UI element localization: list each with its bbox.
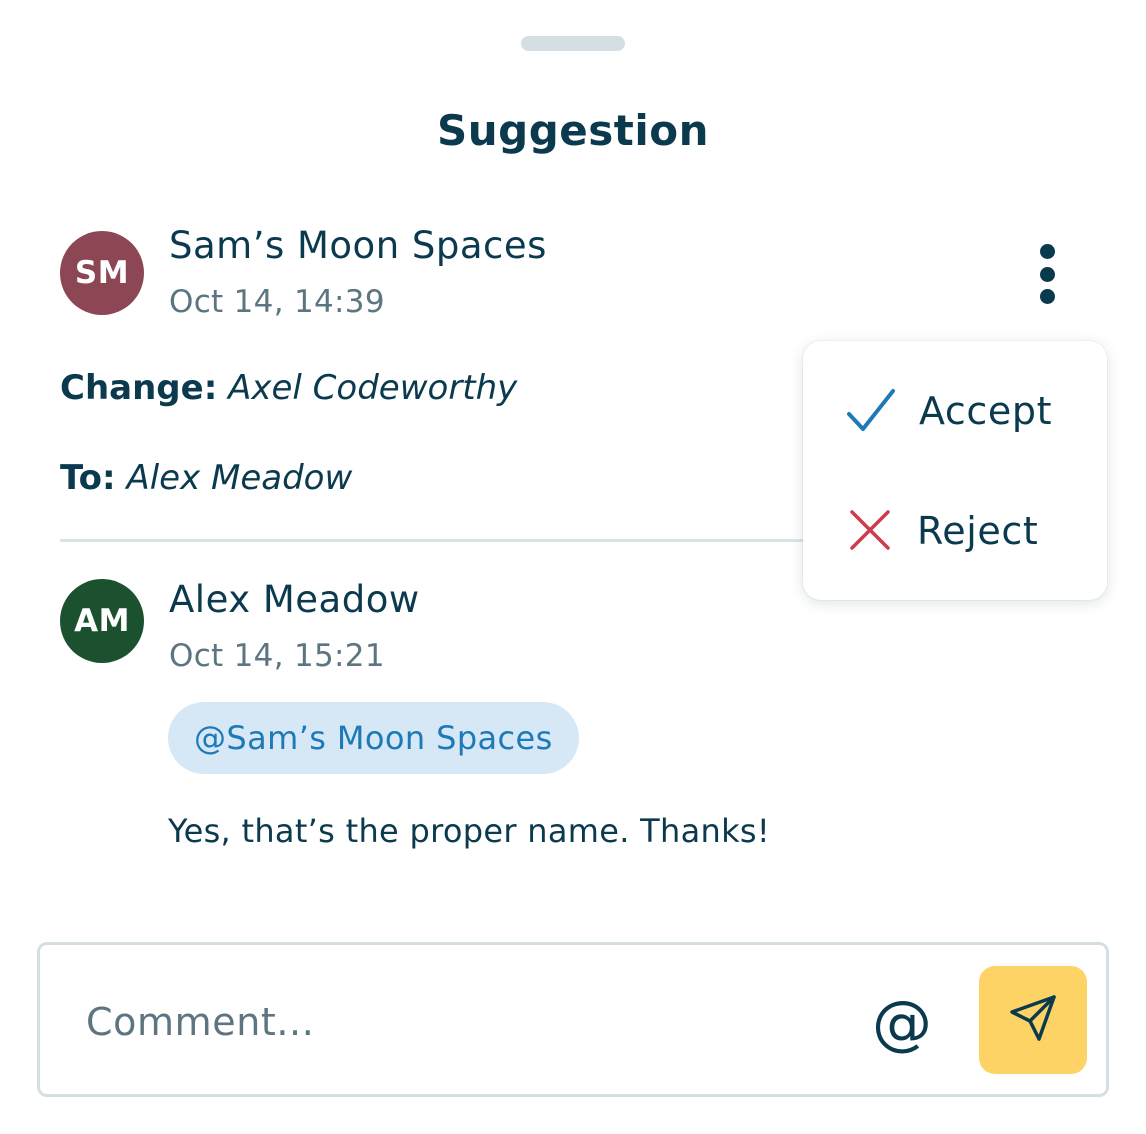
more-vertical-icon xyxy=(1039,244,1055,259)
accept-label: Accept xyxy=(919,389,1053,433)
avatar-suggestion-author: SM xyxy=(60,231,144,315)
change-line: Change: Axel Codeworthy xyxy=(60,368,517,408)
comment-input[interactable] xyxy=(86,985,846,1059)
mention-button[interactable]: @ xyxy=(862,985,942,1061)
change-value: Axel Codeworthy xyxy=(228,368,518,408)
comment-composer: @ xyxy=(37,942,1109,1097)
x-icon xyxy=(843,503,899,559)
suggestion-timestamp: Oct 14, 14:39 xyxy=(169,284,385,320)
to-value: Alex Meadow xyxy=(126,458,353,498)
to-label: To: xyxy=(60,458,116,498)
reject-label: Reject xyxy=(917,509,1039,553)
send-icon xyxy=(1005,990,1061,1050)
reply-timestamp: Oct 14, 15:21 xyxy=(169,638,385,674)
send-button[interactable] xyxy=(979,966,1087,1074)
to-line: To: Alex Meadow xyxy=(60,458,352,498)
menu-item-reject[interactable]: Reject xyxy=(803,491,1107,571)
suggestion-actions-menu: Accept Reject xyxy=(803,341,1107,600)
more-options-button[interactable] xyxy=(1022,236,1072,312)
checkmark-icon xyxy=(843,383,899,439)
mention-chip[interactable]: @Sam’s Moon Spaces xyxy=(168,702,579,774)
sheet-title: Suggestion xyxy=(437,106,709,155)
reply-message: Yes, that’s the proper name. Thanks! xyxy=(168,812,771,850)
avatar-reply-author: AM xyxy=(60,579,144,663)
reply-author-name: Alex Meadow xyxy=(169,578,420,621)
drag-handle[interactable] xyxy=(521,36,625,51)
change-label: Change: xyxy=(60,368,218,408)
menu-item-accept[interactable]: Accept xyxy=(803,371,1107,451)
divider xyxy=(60,539,820,542)
suggestion-sheet: Suggestion SM Sam’s Moon Spaces Oct 14, … xyxy=(0,0,1146,1134)
suggestion-author-name: Sam’s Moon Spaces xyxy=(169,224,547,267)
